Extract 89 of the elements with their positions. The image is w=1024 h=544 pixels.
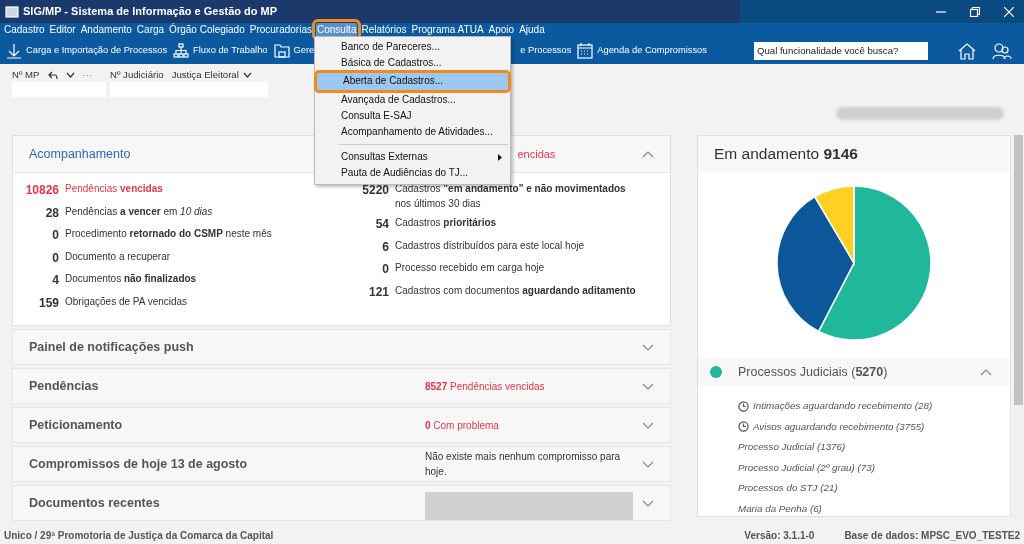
count: 121 bbox=[367, 283, 389, 301]
list-item[interactable]: Maria da Penha (6) bbox=[738, 498, 822, 516]
field-label: Nº Judiciário bbox=[110, 68, 164, 82]
download-icon[interactable] bbox=[6, 42, 22, 59]
app-icon bbox=[5, 5, 19, 18]
panel-title: Pendências bbox=[29, 377, 100, 395]
menu-item[interactable]: Avançada de Cadastros... bbox=[315, 91, 510, 108]
menu-item[interactable]: Apoio bbox=[487, 23, 516, 37]
close-icon[interactable] bbox=[1004, 6, 1014, 17]
menu-item[interactable]: Editor bbox=[48, 23, 77, 37]
more-button[interactable]: ··· bbox=[82, 68, 93, 83]
menu-item[interactable]: Pauta de Audiências do TJ... bbox=[315, 165, 510, 182]
indicator-text: Procedimento retornado do CSMP neste mês bbox=[65, 227, 272, 241]
home-icon[interactable] bbox=[958, 41, 976, 60]
list-item[interactable]: Processo Judicial (2º grau) (73) bbox=[738, 457, 875, 478]
toolbar-button[interactable]: Agenda de Compromissos bbox=[597, 43, 707, 58]
folder-icon[interactable] bbox=[273, 42, 290, 59]
toolbar-button[interactable]: Fluxo de Trabalho bbox=[193, 43, 268, 58]
menu-item[interactable]: Acompanhamento de Atividades... bbox=[315, 124, 510, 141]
toolbar-button[interactable]: e Processos bbox=[520, 43, 572, 58]
panel-title: Painel de notificações push bbox=[29, 338, 195, 356]
panel-title: Em andamento 9146 bbox=[714, 143, 858, 164]
indicator-text: Cadastros "em andamento" e não movimentados nos últimos 30 dias bbox=[395, 182, 627, 211]
menu-item[interactable]: Banco de Pareceres... bbox=[315, 39, 510, 56]
count: 4 bbox=[51, 272, 59, 289]
indicator-text: Pendências vencidas bbox=[65, 182, 163, 196]
indicator-text: Processo recebido em carga hoje bbox=[395, 261, 544, 275]
panel-title: Documentos recentes bbox=[29, 494, 161, 512]
list-item[interactable]: Intimações aguardando recebimento (28) bbox=[753, 396, 933, 417]
count: 54 bbox=[374, 216, 389, 233]
hierarchy-icon[interactable] bbox=[173, 42, 190, 59]
database-text: Base de dados: MPSC_EVO_TESTE2 bbox=[844, 528, 1020, 543]
court-selector[interactable]: Justiça Eleitoral bbox=[171, 68, 239, 83]
indicator-text: Cadastros com documentos aguardando aditamento bbox=[395, 283, 636, 298]
menu-item[interactable]: Relatórios bbox=[360, 23, 408, 37]
version-text: Versão: 3.1.1-0 bbox=[744, 528, 815, 543]
clock-icon bbox=[738, 421, 749, 433]
menu-item[interactable]: Andamento bbox=[79, 23, 133, 37]
clock-icon bbox=[738, 400, 749, 412]
toolbar-button[interactable]: Carga e Importação de Processos bbox=[26, 43, 168, 58]
indicator-text: Cadastros distribuídos para este local hoje bbox=[395, 238, 584, 253]
restore-icon[interactable] bbox=[970, 6, 980, 17]
indicator-text: Documento a recuperar bbox=[65, 249, 171, 264]
list-item[interactable]: Avisos aguardando recebimento (3755) bbox=[753, 416, 925, 437]
alert-text: 0 Com problema bbox=[425, 418, 500, 433]
menu-item[interactable]: Programa ATUA bbox=[410, 23, 485, 37]
chevron-down-icon[interactable] bbox=[242, 72, 252, 79]
section-title: Acompanhamento bbox=[29, 145, 131, 163]
menu-item[interactable]: Consulta E-SAJ bbox=[315, 107, 510, 124]
submenu-arrow-icon bbox=[498, 153, 502, 161]
search-field[interactable]: Qual funcionalidade você busca? bbox=[754, 41, 928, 60]
status-text: Unico / 29ª Promotoria de Justiça da Comarca da Capital bbox=[4, 528, 274, 543]
alert-text: 8527 Pendências vencidas bbox=[425, 379, 546, 394]
field-label: Nº MP bbox=[12, 68, 40, 82]
count: 0 bbox=[381, 261, 389, 278]
list-item[interactable]: Processo Judicial (1376) bbox=[738, 437, 846, 458]
menu-item[interactable]: Aberta de Cadastros... bbox=[317, 73, 508, 90]
menu-item[interactable]: Cadastro bbox=[3, 23, 46, 37]
message-text: Não existe mais nenhum compromisso para hoje. bbox=[425, 450, 622, 479]
menu-item[interactable]: Carga bbox=[135, 23, 166, 37]
users-icon[interactable] bbox=[992, 41, 1012, 60]
count: 5220 bbox=[361, 182, 389, 199]
window-title: SIG/MP - Sistema de Informação e Gestão do MP bbox=[23, 4, 278, 20]
panel-title: Peticionamento bbox=[29, 416, 124, 434]
menu-item[interactable]: Básica de Cadastros... bbox=[315, 55, 510, 72]
indicator-text: Cadastros prioritários bbox=[395, 216, 497, 230]
count: 0 bbox=[51, 227, 59, 244]
menu-item[interactable]: Ajuda bbox=[518, 23, 546, 37]
chevron-down-icon[interactable] bbox=[65, 72, 75, 79]
indicator-text: Obrigações de PA vencidas bbox=[65, 294, 188, 309]
count: 28 bbox=[44, 204, 59, 222]
list-item[interactable]: Processos do STJ (21) bbox=[738, 478, 838, 499]
toolbar-button[interactable]: Gere bbox=[293, 43, 315, 58]
menu-item[interactable]: Consultas Externas bbox=[315, 149, 510, 166]
count: 159 bbox=[37, 294, 59, 312]
legend-label: Processos Judiciais (5270) bbox=[738, 363, 888, 381]
calendar-icon[interactable] bbox=[577, 42, 594, 59]
indicator-text: Documentos não finalizados bbox=[65, 272, 197, 286]
chevron-up-icon[interactable] bbox=[642, 150, 654, 158]
menu-item[interactable]: Órgão Colegiado bbox=[168, 23, 246, 37]
count: 0 bbox=[51, 249, 59, 267]
count: 10826 bbox=[24, 182, 59, 199]
menu-item[interactable]: Procuradorias bbox=[248, 23, 313, 37]
undo-icon[interactable] bbox=[47, 70, 58, 80]
alert-text: encidas bbox=[517, 146, 556, 162]
panel-title: Compromissos de hoje 13 de agosto bbox=[29, 455, 249, 473]
chevron-up-icon[interactable] bbox=[980, 368, 992, 376]
count: 6 bbox=[381, 238, 389, 256]
indicator-text: Pendências a vencer em 10 dias bbox=[65, 204, 213, 219]
